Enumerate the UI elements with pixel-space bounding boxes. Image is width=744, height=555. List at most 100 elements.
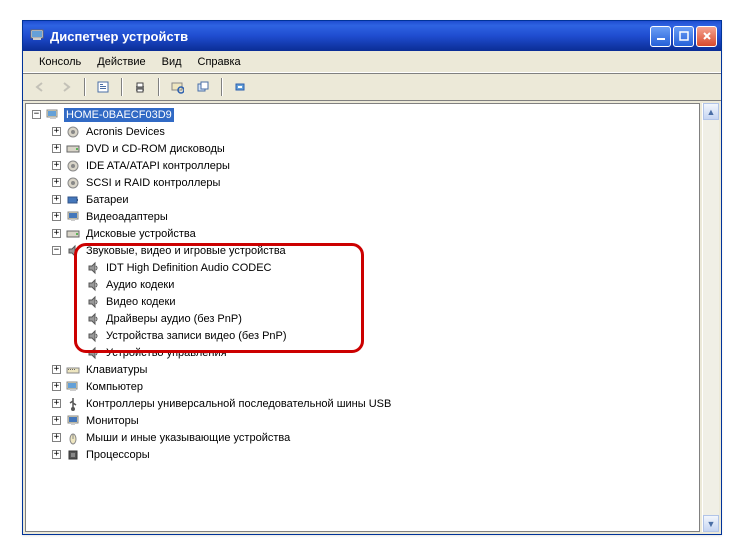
app-icon bbox=[29, 27, 45, 46]
device-icon bbox=[65, 396, 81, 412]
tree-category[interactable]: + Видеоадаптеры bbox=[28, 208, 697, 225]
tree-category[interactable]: + Батареи bbox=[28, 191, 697, 208]
tree-category[interactable]: + Контроллеры универсальной последователь… bbox=[28, 395, 697, 412]
expander-icon[interactable]: − bbox=[52, 246, 61, 255]
tree-category[interactable]: + Клавиатуры bbox=[28, 361, 697, 378]
device-label: DVD и CD-ROM дисководы bbox=[84, 142, 227, 156]
tree-device-item[interactable]: Драйверы аудио (без PnP) bbox=[28, 310, 697, 327]
tree-root-node[interactable]: − HOME-0BAECF03D9 bbox=[28, 106, 697, 123]
device-label: Acronis Devices bbox=[84, 125, 167, 139]
device-icon bbox=[65, 447, 81, 463]
tree-device-item[interactable]: IDT High Definition Audio CODEC bbox=[28, 259, 697, 276]
tree-category[interactable]: + Компьютер bbox=[28, 378, 697, 395]
device-label: Клавиатуры bbox=[84, 363, 149, 377]
tree-category[interactable]: + SCSI и RAID контроллеры bbox=[28, 174, 697, 191]
tree-device-item[interactable]: Устройства записи видео (без PnP) bbox=[28, 327, 697, 344]
maximize-button[interactable] bbox=[673, 26, 694, 47]
tree-category[interactable]: + Мониторы bbox=[28, 412, 697, 429]
vertical-scrollbar[interactable]: ▲ ▼ bbox=[702, 103, 719, 532]
device-label: Звуковые, видео и игровые устройства bbox=[84, 244, 288, 258]
device-label: Аудио кодеки bbox=[104, 278, 176, 292]
device-icon bbox=[65, 141, 81, 157]
device-icon bbox=[65, 362, 81, 378]
close-button[interactable] bbox=[696, 26, 717, 47]
expander-icon[interactable]: + bbox=[52, 450, 61, 459]
expander-icon[interactable]: + bbox=[52, 178, 61, 187]
device-label: Устройство управления bbox=[104, 346, 229, 360]
device-label: SCSI и RAID контроллеры bbox=[84, 176, 222, 190]
expander-icon[interactable]: + bbox=[52, 382, 61, 391]
minimize-button[interactable] bbox=[650, 26, 671, 47]
device-label: Дисковые устройства bbox=[84, 227, 198, 241]
scan-button[interactable] bbox=[166, 76, 188, 98]
tree-category[interactable]: + DVD и CD-ROM дисководы bbox=[28, 140, 697, 157]
scroll-down-button[interactable]: ▼ bbox=[703, 515, 719, 532]
device-label: Устройства записи видео (без PnP) bbox=[104, 329, 289, 343]
window-title: Диспетчер устройств bbox=[50, 29, 188, 44]
expander-icon[interactable]: + bbox=[52, 416, 61, 425]
device-label: IDT High Definition Audio CODEC bbox=[104, 261, 273, 275]
tree-category[interactable]: +Процессоры bbox=[28, 446, 697, 463]
device-icon bbox=[65, 158, 81, 174]
device-icon bbox=[65, 413, 81, 429]
properties-button[interactable] bbox=[92, 76, 114, 98]
tree-category[interactable]: + Мыши и иные указывающие устройства bbox=[28, 429, 697, 446]
expander-icon[interactable]: − bbox=[32, 110, 41, 119]
device-icon bbox=[65, 175, 81, 191]
device-icon bbox=[45, 107, 61, 123]
expander-icon[interactable]: + bbox=[52, 195, 61, 204]
device-label: IDE ATA/ATAPI контроллеры bbox=[84, 159, 232, 173]
menubar: Консоль Действие Вид Справка bbox=[23, 51, 721, 73]
expander-icon[interactable]: + bbox=[52, 229, 61, 238]
device-label: Драйверы аудио (без PnP) bbox=[104, 312, 244, 326]
expander-icon[interactable]: + bbox=[52, 212, 61, 221]
tree-device-item[interactable]: Устройство управления bbox=[28, 344, 697, 361]
print-button[interactable] bbox=[129, 76, 151, 98]
tree-category[interactable]: + IDE ATA/ATAPI контроллеры bbox=[28, 157, 697, 174]
device-label: Контроллеры универсальной последовательн… bbox=[84, 397, 393, 411]
device-label: Батареи bbox=[84, 193, 131, 207]
device-icon bbox=[65, 124, 81, 140]
scroll-track[interactable] bbox=[703, 120, 719, 515]
expander-icon[interactable]: + bbox=[52, 127, 61, 136]
update-button[interactable] bbox=[192, 76, 214, 98]
device-icon bbox=[65, 430, 81, 446]
device-label: Видеоадаптеры bbox=[84, 210, 170, 224]
device-icon bbox=[65, 379, 81, 395]
forward-button bbox=[55, 76, 77, 98]
tree-device-item[interactable]: Аудио кодеки bbox=[28, 276, 697, 293]
device-icon bbox=[85, 277, 101, 293]
expander-icon[interactable]: + bbox=[52, 433, 61, 442]
tree-category[interactable]: + Дисковые устройства bbox=[28, 225, 697, 242]
menu-view[interactable]: Вид bbox=[154, 54, 190, 70]
device-icon bbox=[85, 328, 101, 344]
tree-category-expanded[interactable]: − Звуковые, видео и игровые устройства bbox=[28, 242, 697, 259]
device-manager-window: Диспетчер устройств Консоль Действие Вид… bbox=[22, 20, 722, 535]
device-label: Компьютер bbox=[84, 380, 145, 394]
scroll-up-button[interactable]: ▲ bbox=[703, 103, 719, 120]
device-icon bbox=[65, 243, 81, 259]
tree-category[interactable]: + Acronis Devices bbox=[28, 123, 697, 140]
expander-icon[interactable]: + bbox=[52, 399, 61, 408]
device-icon bbox=[65, 209, 81, 225]
expander-icon[interactable]: + bbox=[52, 161, 61, 170]
device-icon bbox=[65, 226, 81, 242]
device-label: Видео кодеки bbox=[104, 295, 178, 309]
device-tree[interactable]: −HOME-0BAECF03D9+Acronis Devices+DVD и C… bbox=[25, 103, 700, 532]
device-label: Мыши и иные указывающие устройства bbox=[84, 431, 292, 445]
device-icon bbox=[65, 192, 81, 208]
device-icon bbox=[85, 311, 101, 327]
menu-action[interactable]: Действие bbox=[89, 54, 153, 70]
show-hidden-button[interactable] bbox=[229, 76, 251, 98]
device-icon bbox=[85, 260, 101, 276]
toolbar bbox=[23, 73, 721, 101]
expander-icon[interactable]: + bbox=[52, 144, 61, 153]
device-label: HOME-0BAECF03D9 bbox=[64, 108, 174, 122]
tree-device-item[interactable]: Видео кодеки bbox=[28, 293, 697, 310]
expander-icon[interactable]: + bbox=[52, 365, 61, 374]
device-icon bbox=[85, 345, 101, 361]
menu-console[interactable]: Консоль bbox=[31, 54, 89, 70]
device-label: Мониторы bbox=[84, 414, 141, 428]
menu-help[interactable]: Справка bbox=[190, 54, 249, 70]
titlebar[interactable]: Диспетчер устройств bbox=[23, 21, 721, 51]
